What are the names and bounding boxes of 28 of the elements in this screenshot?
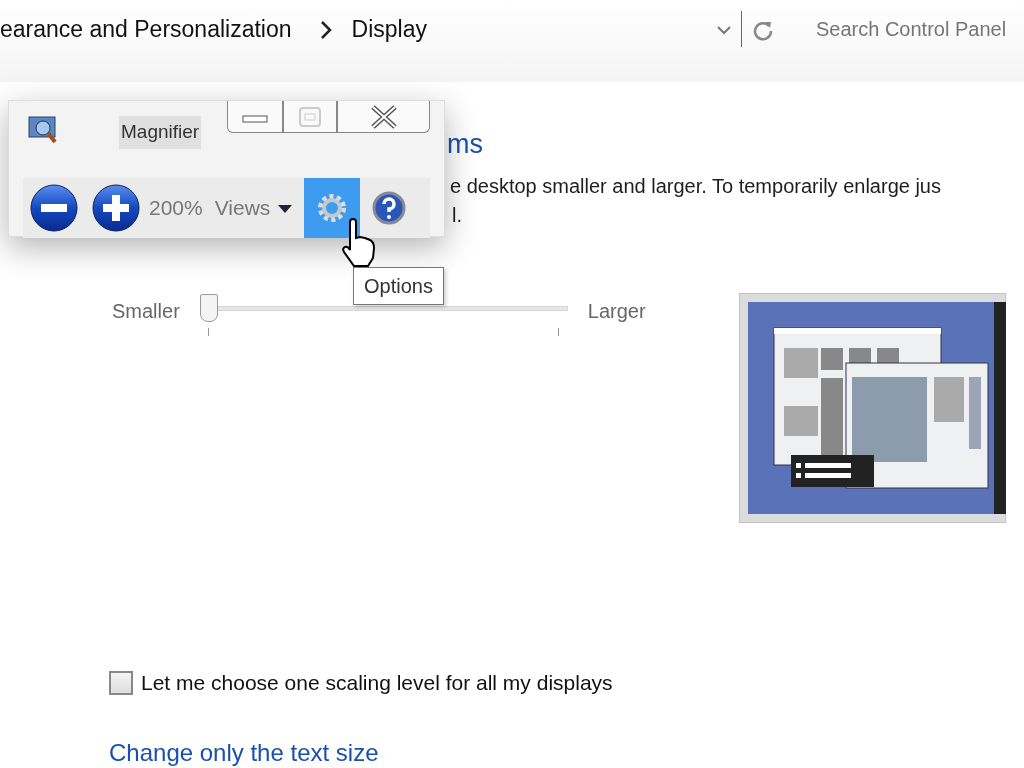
window-title: Magnifier bbox=[119, 116, 202, 149]
description-text: e desktop smaller and larger. To temporarily enlarge jus bbox=[450, 174, 941, 199]
breadcrumb-item[interactable]: Display bbox=[351, 11, 427, 47]
dropdown-icon[interactable] bbox=[717, 24, 731, 35]
hand-cursor-icon bbox=[340, 218, 378, 268]
minimize-button[interactable] bbox=[227, 101, 283, 133]
chevron-icon bbox=[319, 19, 332, 40]
views-button[interactable]: Views bbox=[214, 191, 293, 224]
search-field[interactable]: Search Control Panel bbox=[814, 13, 1024, 45]
checkbox-label: Let me choose one scaling level for all my displays bbox=[141, 670, 613, 696]
tooltip: Options bbox=[353, 267, 444, 305]
zoom-level: 200% bbox=[149, 194, 203, 221]
slider-min-label: Smaller bbox=[112, 299, 180, 324]
text-size-link[interactable]: Change only the text size bbox=[109, 739, 379, 766]
section-heading: ms bbox=[447, 128, 483, 160]
maximize-button[interactable] bbox=[283, 101, 337, 133]
caret-icon bbox=[278, 205, 293, 214]
zoom-in-button[interactable] bbox=[91, 182, 141, 233]
slider-thumb[interactable] bbox=[199, 294, 218, 322]
help-button[interactable] bbox=[372, 190, 407, 225]
zoom-out-button[interactable] bbox=[29, 182, 79, 233]
checkbox[interactable] bbox=[109, 670, 133, 695]
description-text: l. bbox=[452, 203, 462, 228]
breadcrumb-item[interactable]: earance and Personalization bbox=[0, 11, 292, 47]
close-button[interactable] bbox=[337, 101, 430, 133]
settings-icon bbox=[316, 191, 349, 224]
maximize-icon bbox=[299, 106, 321, 127]
slider-max-label: Larger bbox=[587, 299, 646, 324]
